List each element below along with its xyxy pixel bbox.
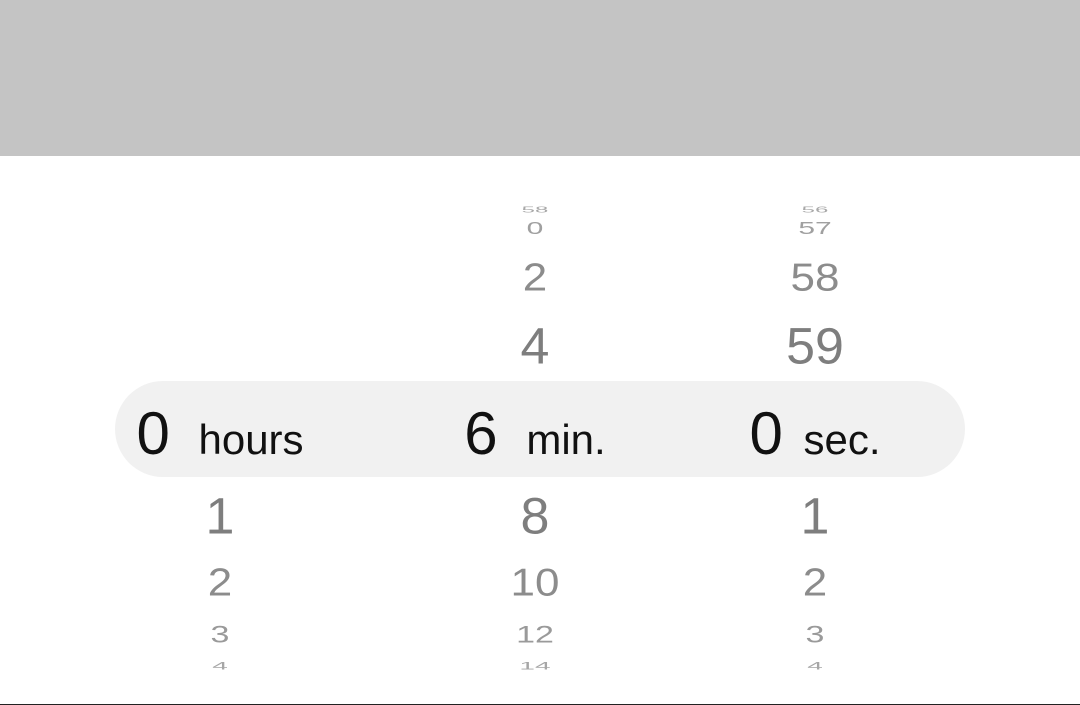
seconds-option[interactable]: 3 xyxy=(690,623,940,647)
hours-value: 0 xyxy=(136,404,169,464)
seconds-unit-label: sec. xyxy=(804,419,881,461)
minutes-unit-label: min. xyxy=(526,419,605,461)
seconds-option[interactable]: 1 xyxy=(690,492,940,543)
minutes-option[interactable]: 58 xyxy=(410,206,660,214)
seconds-option[interactable]: 58 xyxy=(690,259,940,298)
minutes-option[interactable]: 8 xyxy=(410,492,660,543)
hours-wheel[interactable]: 0 hours 1 2 3 4 xyxy=(40,156,400,705)
minutes-option[interactable]: 2 xyxy=(410,259,660,298)
seconds-selected: 0 sec. xyxy=(690,404,940,464)
status-area xyxy=(0,0,1080,156)
hours-option[interactable]: 2 xyxy=(40,564,400,603)
hours-option[interactable]: 3 xyxy=(40,623,400,647)
minutes-option[interactable]: 12 xyxy=(410,623,660,647)
minutes-wheel[interactable]: 58 0 2 4 6 min. 8 10 12 14 xyxy=(410,156,660,705)
minutes-option[interactable]: 10 xyxy=(410,564,660,603)
seconds-option[interactable]: 59 xyxy=(690,322,940,373)
seconds-option[interactable]: 4 xyxy=(690,660,940,671)
seconds-option[interactable]: 56 xyxy=(690,206,940,214)
seconds-wheel[interactable]: 56 57 58 59 0 sec. 1 2 3 4 xyxy=(690,156,940,705)
seconds-option[interactable]: 57 xyxy=(690,220,940,237)
hours-option[interactable]: 1 xyxy=(40,492,400,543)
minutes-option[interactable]: 4 xyxy=(410,322,660,373)
minutes-selected: 6 min. xyxy=(410,404,660,464)
seconds-value: 0 xyxy=(749,404,782,464)
minutes-value: 6 xyxy=(464,404,497,464)
seconds-option[interactable]: 2 xyxy=(690,564,940,603)
minutes-option[interactable]: 0 xyxy=(410,220,660,237)
duration-picker: 0 hours 1 2 3 4 58 0 2 4 6 min. 8 10 12 … xyxy=(0,156,1080,705)
hours-selected: 0 hours xyxy=(40,404,400,464)
picker-columns: 0 hours 1 2 3 4 58 0 2 4 6 min. 8 10 12 … xyxy=(0,156,1080,705)
hours-option[interactable]: 4 xyxy=(40,660,400,671)
hours-unit-label: hours xyxy=(198,419,303,461)
minutes-option[interactable]: 14 xyxy=(410,660,660,671)
